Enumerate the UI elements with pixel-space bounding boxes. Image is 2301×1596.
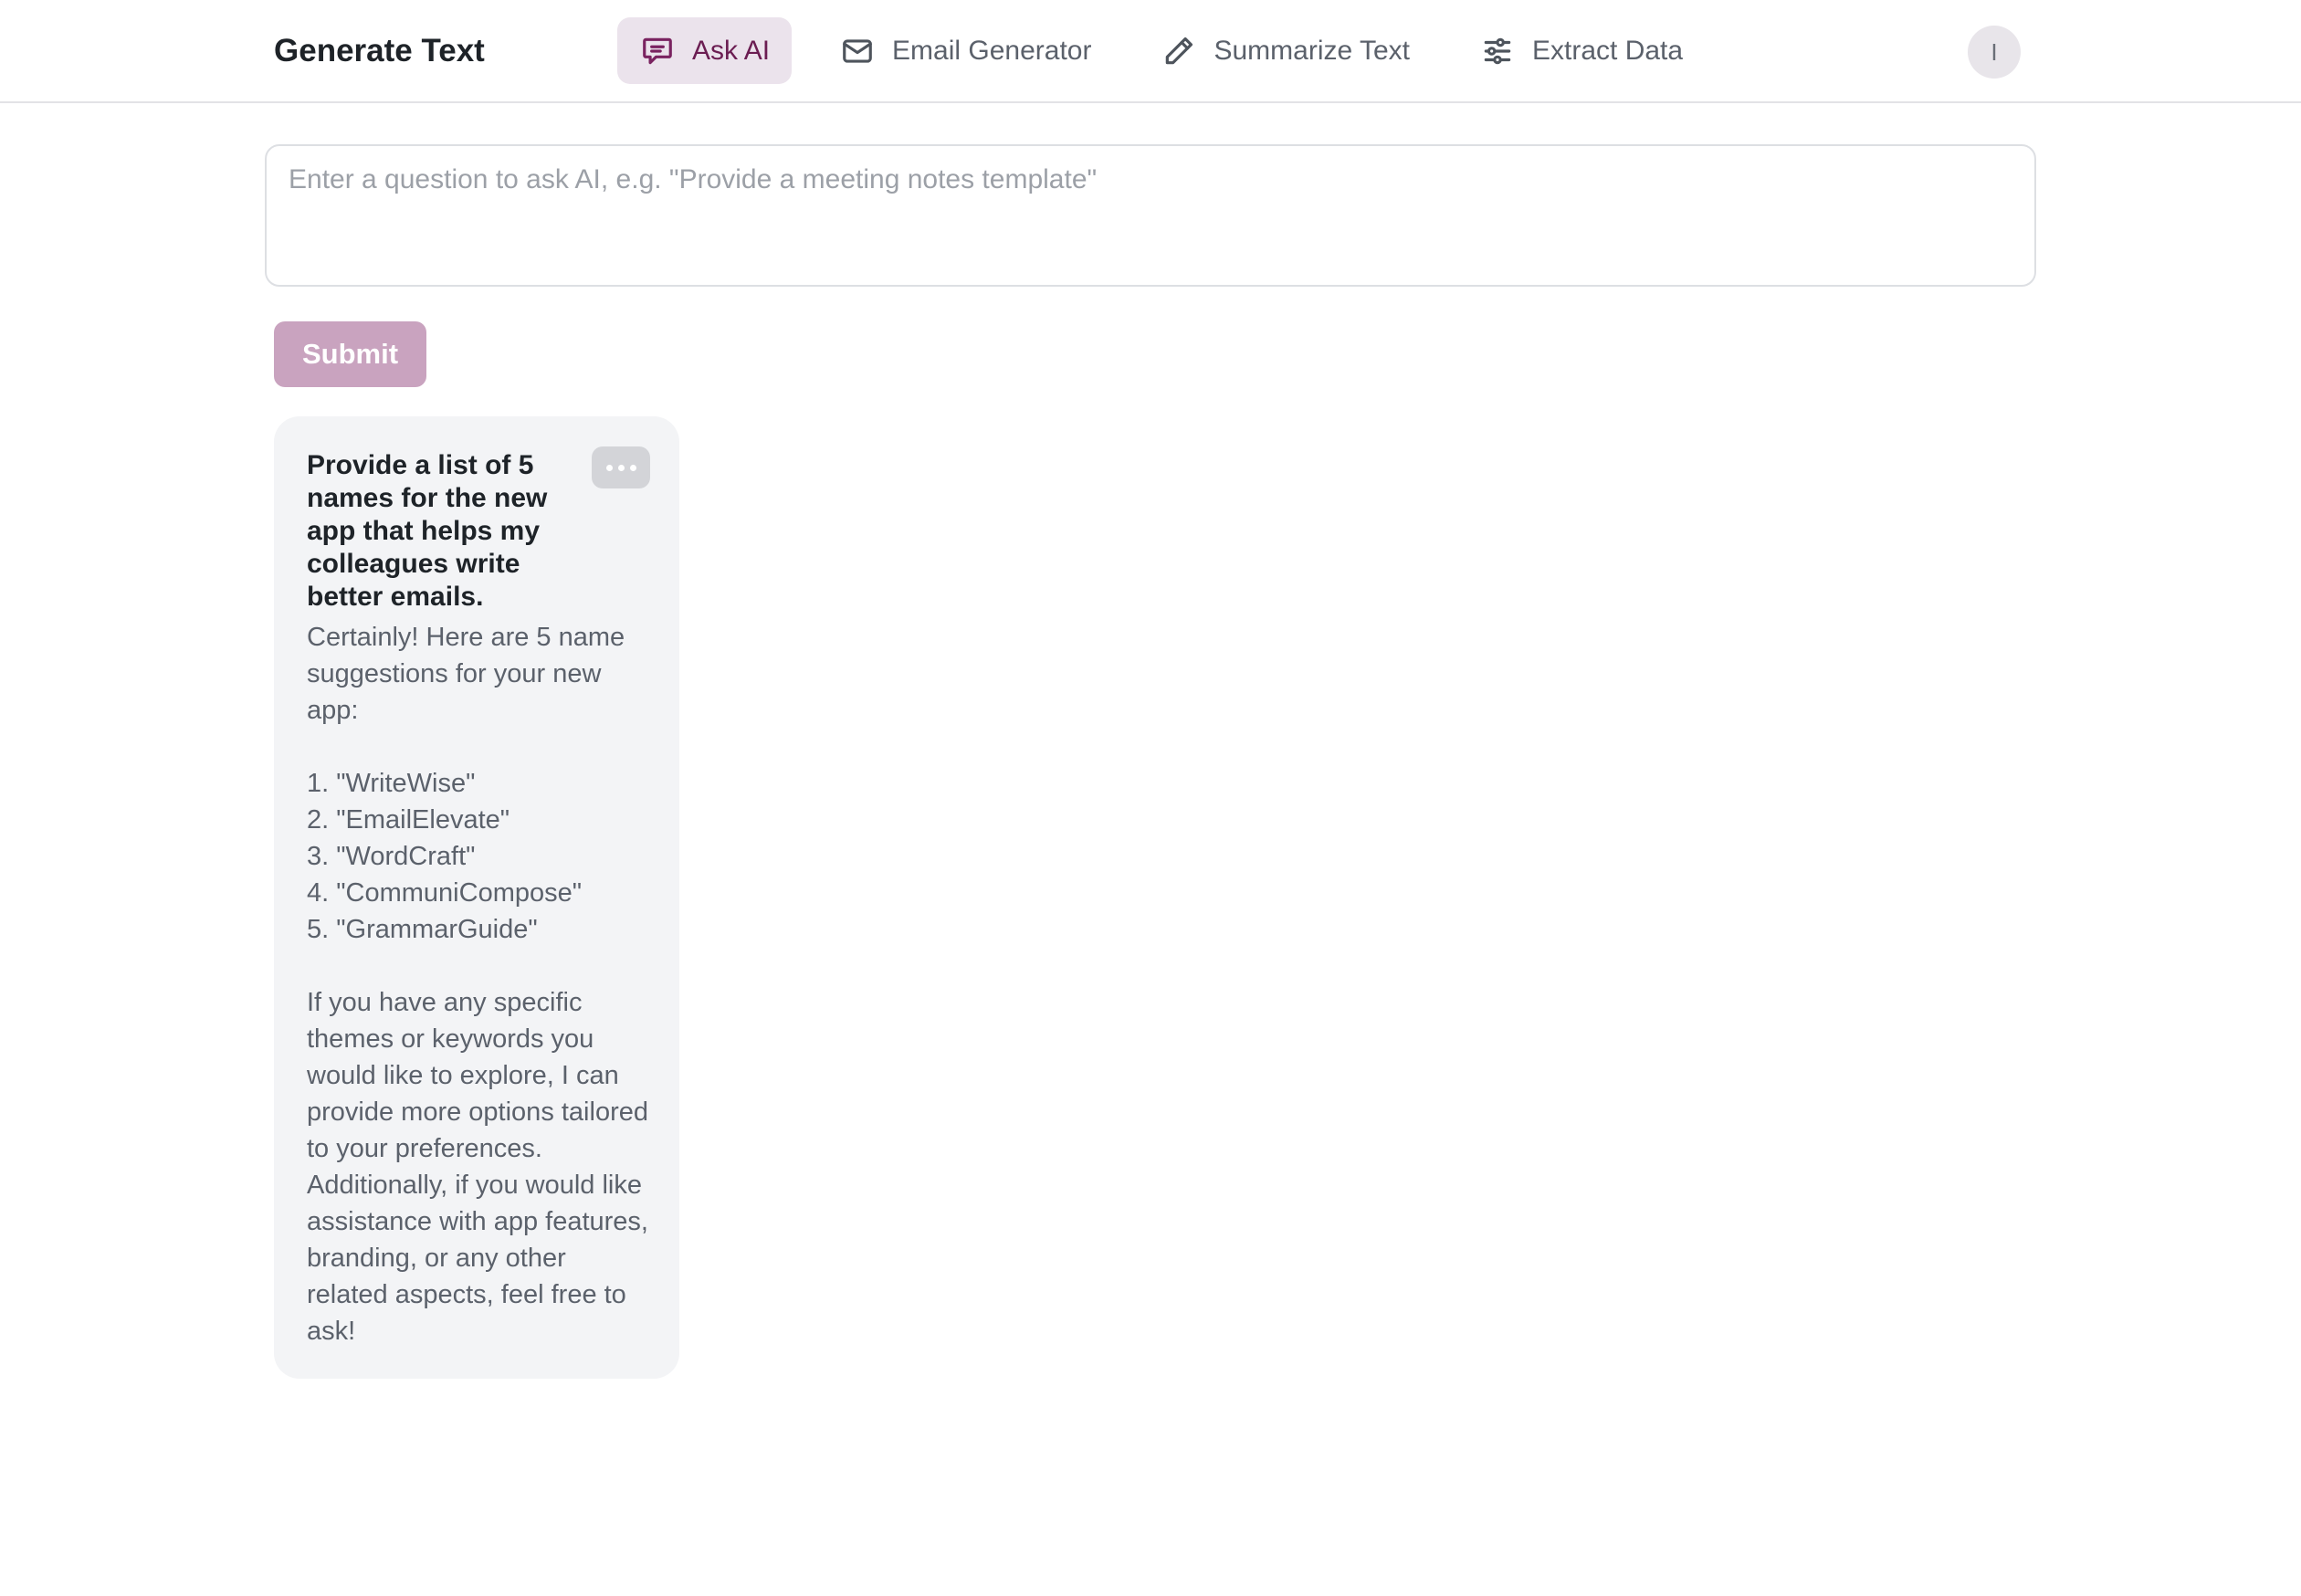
app-title: Generate Text	[274, 33, 485, 68]
list-item: 2. "EmailElevate"	[307, 805, 510, 835]
tab-summarize-text[interactable]: Summarize Text	[1139, 17, 1432, 84]
tab-ask-ai-label: Ask AI	[692, 35, 771, 66]
card-answer: Certainly! Here are 5 name suggestions f…	[307, 619, 648, 1349]
tab-email-generator-label: Email Generator	[892, 35, 1092, 66]
tab-extract-data[interactable]: Extract Data	[1457, 17, 1705, 84]
pencil-icon	[1161, 33, 1197, 69]
list-item: 4. "CommuniCompose"	[307, 878, 583, 908]
tab-email-generator[interactable]: Email Generator	[817, 17, 1113, 84]
tab-extract-data-label: Extract Data	[1532, 35, 1684, 66]
tab-ask-ai[interactable]: Ask AI	[617, 17, 793, 84]
response-card: Provide a list of 5 names for the new ap…	[274, 416, 679, 1379]
submit-button[interactable]: Submit	[274, 321, 426, 387]
more-options-button[interactable]	[592, 446, 650, 488]
answer-intro: Certainly! Here are 5 name suggestions f…	[307, 623, 625, 725]
card-question: Provide a list of 5 names for the new ap…	[307, 450, 548, 612]
question-input[interactable]	[265, 144, 2036, 287]
list-item: 5. "GrammarGuide"	[307, 915, 538, 944]
more-dots-icon	[605, 464, 613, 471]
sliders-icon	[1479, 33, 1516, 69]
chat-bubble-icon	[639, 33, 676, 69]
list-item: 1. "WriteWise"	[307, 769, 476, 798]
envelope-icon	[839, 33, 876, 69]
tab-summarize-text-label: Summarize Text	[1214, 35, 1410, 66]
main-nav: Ask AI Email Generator Summarize Text Ex…	[617, 17, 1730, 84]
name-suggestions-list: 1. "WriteWise" 2. "EmailElevate" 3. "Wor…	[307, 765, 648, 948]
list-item: 3. "WordCraft"	[307, 842, 476, 871]
avatar[interactable]: I	[1968, 26, 2021, 79]
top-header: Generate Text Ask AI Email Generator Sum…	[0, 0, 2301, 103]
answer-outro: If you have any specific themes or keywo…	[307, 988, 648, 1346]
